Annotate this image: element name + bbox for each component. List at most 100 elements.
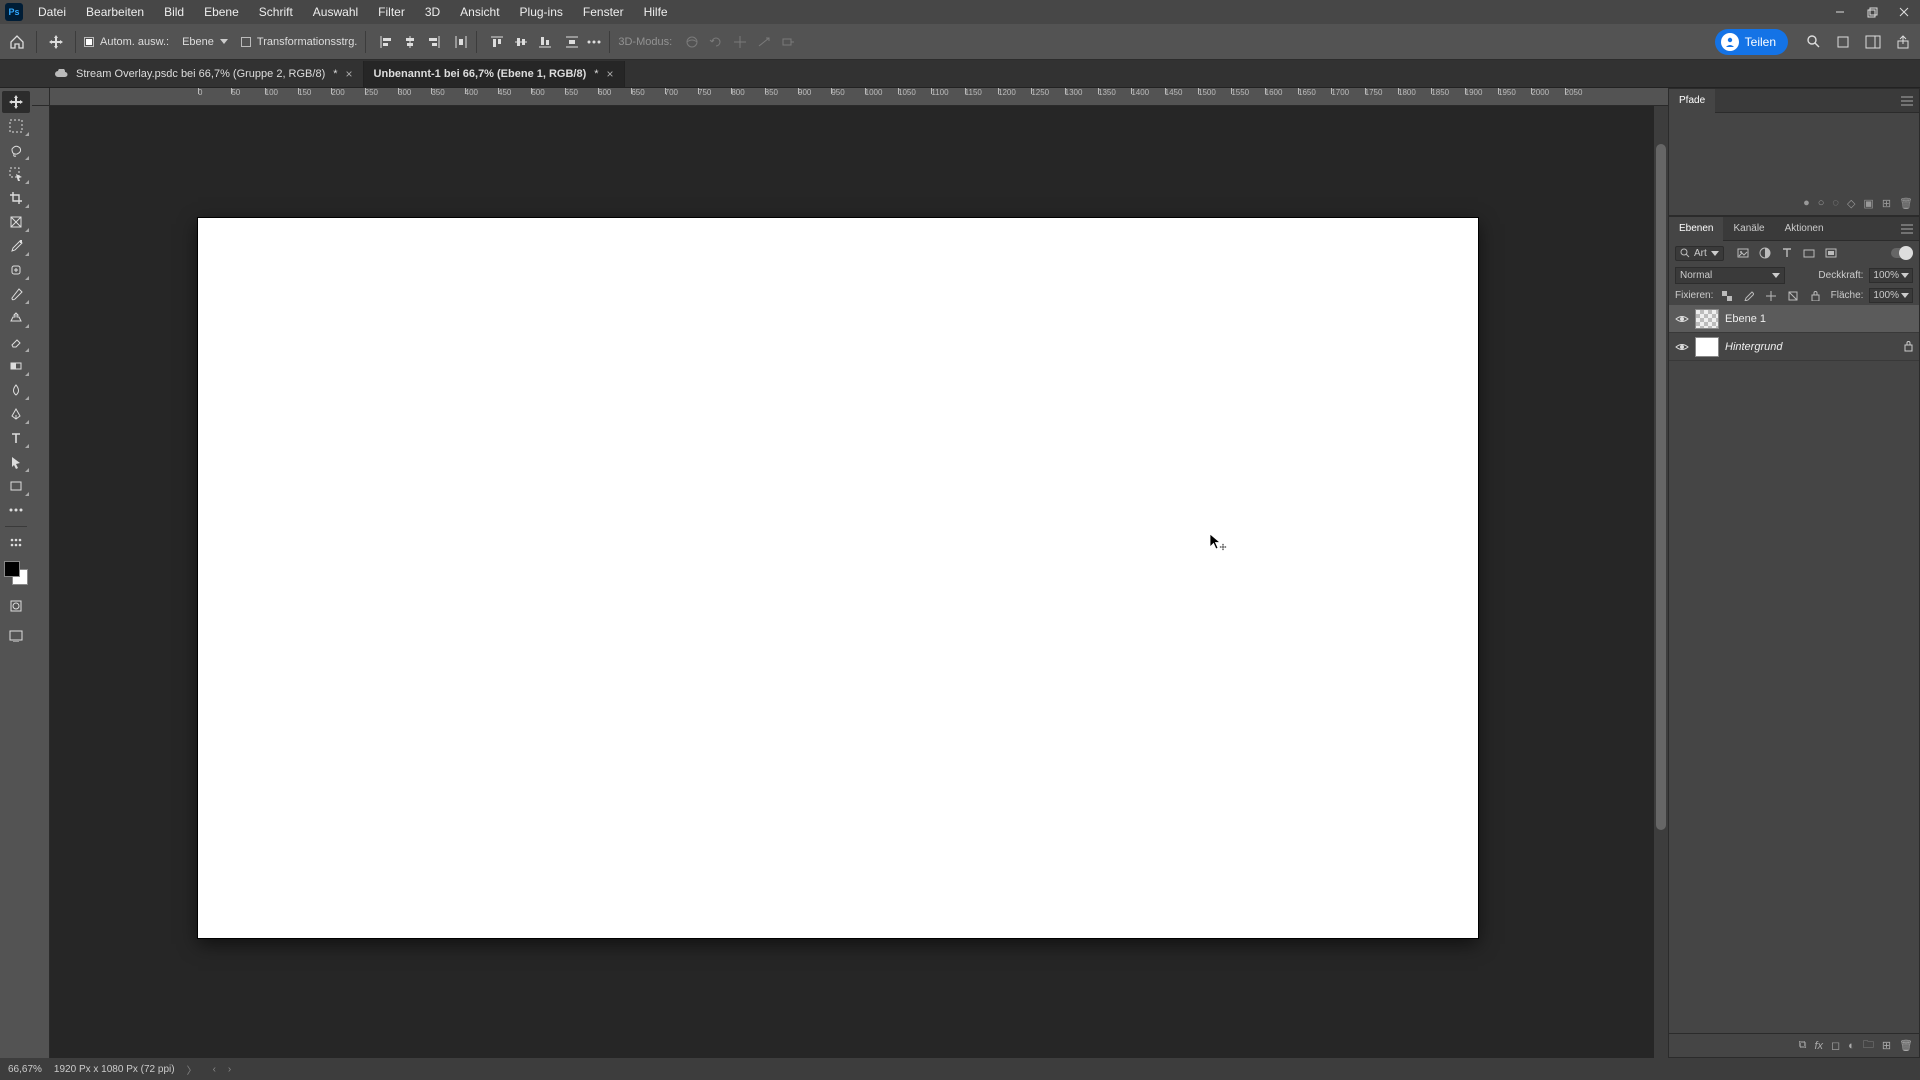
3d-zoom-button[interactable] (776, 31, 800, 53)
frame-tool[interactable] (2, 211, 30, 233)
selection-to-path-button[interactable]: ◇ (1847, 197, 1855, 210)
layer-name[interactable]: Hintergrund (1725, 341, 1782, 353)
adjustment-layer-button[interactable]: ◐ (1848, 1040, 1855, 1052)
layer-visibility-toggle[interactable] (1675, 340, 1689, 354)
zoom-level[interactable]: 66,67% (8, 1064, 42, 1075)
export-share-button[interactable] (1892, 31, 1914, 53)
tab-actions[interactable]: Aktionen (1775, 217, 1834, 241)
layer-list[interactable]: Ebene 1 Hintergrund (1669, 305, 1919, 1033)
marquee-tool[interactable] (2, 115, 30, 137)
path-select-tool[interactable] (2, 451, 30, 473)
pen-tool[interactable] (2, 403, 30, 425)
align-top-button[interactable] (485, 31, 509, 53)
clone-stamp-tool[interactable] (2, 307, 30, 329)
tab-close-button[interactable]: × (346, 67, 353, 81)
filter-pixel-icon[interactable] (1734, 245, 1752, 261)
link-layers-button[interactable]: ⧉ (1799, 1039, 1807, 1052)
filter-type-icon[interactable] (1778, 245, 1796, 261)
move-tool[interactable] (2, 91, 30, 113)
more-align-button[interactable] (587, 40, 601, 44)
auto-select-checkbox[interactable]: Autom. ausw.: (84, 36, 169, 48)
filter-shape-icon[interactable] (1800, 245, 1818, 261)
new-layer-button[interactable]: ⊞ (1882, 1039, 1891, 1052)
lock-pixels-button[interactable] (1741, 289, 1757, 303)
status-menu-button[interactable]: 〉 (187, 1062, 197, 1077)
tab-channels[interactable]: Kanäle (1723, 217, 1774, 241)
3d-pan-button[interactable] (728, 31, 752, 53)
menu-bild[interactable]: Bild (154, 0, 194, 24)
menu-ansicht[interactable]: Ansicht (450, 0, 509, 24)
align-right-button[interactable] (422, 31, 446, 53)
3d-slide-button[interactable] (752, 31, 776, 53)
paths-list[interactable] (1669, 113, 1919, 191)
opacity-field[interactable]: 100% (1869, 268, 1913, 283)
document-tab[interactable]: Stream Overlay.psdc bei 66,7% (Gruppe 2,… (44, 61, 364, 87)
blur-tool[interactable] (2, 379, 30, 401)
new-path-button[interactable]: ⊞ (1882, 197, 1891, 210)
menu-bearbeiten[interactable]: Bearbeiten (76, 0, 154, 24)
color-swatches[interactable] (2, 559, 30, 587)
menu-schrift[interactable]: Schrift (249, 0, 303, 24)
workspace-switcher-button[interactable] (1862, 31, 1884, 53)
filter-smart-icon[interactable] (1822, 245, 1840, 261)
search-button[interactable] (1802, 31, 1824, 53)
screen-mode-button[interactable] (1832, 31, 1854, 53)
lock-artboard-button[interactable] (1785, 289, 1801, 303)
layer-visibility-toggle[interactable] (1675, 312, 1689, 326)
add-mask-button[interactable]: ▣ (1863, 197, 1873, 210)
eraser-tool[interactable] (2, 331, 30, 353)
layer-thumbnail[interactable] (1695, 337, 1719, 357)
fill-path-button[interactable]: ● (1803, 197, 1810, 209)
window-close-button[interactable] (1888, 0, 1920, 24)
quick-mask-button[interactable] (2, 595, 30, 617)
new-group-button[interactable]: 🗀 (1863, 1036, 1874, 1055)
menu-ebene[interactable]: Ebene (194, 0, 249, 24)
distribute-h-button[interactable] (454, 35, 468, 49)
vertical-ruler[interactable] (32, 106, 50, 1058)
stroke-path-button[interactable]: ○ (1818, 197, 1825, 209)
horizontal-ruler[interactable]: 0501001502002503003504004505005506006507… (50, 88, 1668, 106)
auto-select-target-dropdown[interactable]: Ebene (177, 33, 233, 51)
path-to-selection-button[interactable]: ◌ (1832, 197, 1839, 209)
align-vcenter-button[interactable] (509, 31, 533, 53)
crop-tool[interactable] (2, 187, 30, 209)
status-next-button[interactable]: › (228, 1064, 231, 1075)
tab-close-button[interactable]: × (607, 67, 614, 81)
foreground-color-swatch[interactable] (4, 561, 20, 577)
3d-orbit-button[interactable] (680, 31, 704, 53)
3d-roll-button[interactable] (704, 31, 728, 53)
window-restore-button[interactable] (1856, 0, 1888, 24)
layer-thumbnail[interactable] (1695, 309, 1719, 329)
artboard[interactable] (198, 218, 1478, 938)
align-left-button[interactable] (374, 31, 398, 53)
status-prev-button[interactable]: ‹ (213, 1064, 216, 1075)
layer-filter-toggle[interactable] (1891, 248, 1913, 258)
distribute-v-button[interactable] (565, 35, 579, 49)
window-minimize-button[interactable] (1824, 0, 1856, 24)
brush-tool[interactable] (2, 283, 30, 305)
layer-row[interactable]: Ebene 1 (1669, 305, 1919, 333)
lock-all-button[interactable] (1807, 289, 1823, 303)
menu-3d[interactable]: 3D (415, 0, 450, 24)
transform-controls-checkbox[interactable]: Transformationsstrg. (241, 36, 357, 48)
scrollbar-thumb[interactable] (1656, 144, 1666, 829)
eyedropper-tool[interactable] (2, 235, 30, 257)
healing-brush-tool[interactable] (2, 259, 30, 281)
screen-mode-tool-button[interactable] (2, 625, 30, 647)
type-tool[interactable] (2, 427, 30, 449)
menu-plugins[interactable]: Plug-ins (510, 0, 573, 24)
document-info[interactable]: 1920 Px x 1080 Px (72 ppi) (54, 1064, 175, 1075)
shape-tool[interactable] (2, 475, 30, 497)
more-tools-button[interactable] (2, 499, 30, 521)
menu-fenster[interactable]: Fenster (573, 0, 634, 24)
move-tool-indicator[interactable] (45, 31, 67, 53)
tab-paths[interactable]: Pfade (1669, 89, 1715, 113)
panel-menu-button[interactable] (1895, 224, 1919, 234)
tab-layers[interactable]: Ebenen (1669, 217, 1723, 241)
ruler-origin[interactable] (32, 88, 50, 106)
layer-filter-kind-dropdown[interactable]: Art (1675, 246, 1724, 261)
gradient-tool[interactable] (2, 355, 30, 377)
menu-datei[interactable]: Datei (28, 0, 76, 24)
panel-menu-button[interactable] (1895, 96, 1919, 106)
canvas-viewport[interactable] (50, 106, 1668, 1058)
